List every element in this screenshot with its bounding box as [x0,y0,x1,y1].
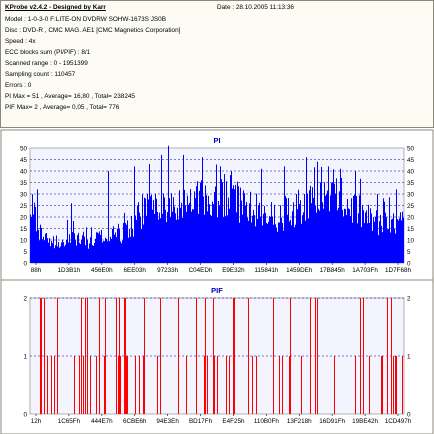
pif-chart: PIF0 01 12 212h 1C65Fh 444E7h 6CBE6h 94E3Eh BD17… [0,279,434,434]
pif-ytick-right: 2 [407,295,411,302]
pi-xtick-label: 1A703Fh [352,267,378,274]
pi-ytick-left: 50 [20,145,28,152]
kprobe-window: KProbe v2.4.2 - Designed by Karr Date : … [0,0,434,434]
pi-ytick-right: 50 [407,145,415,152]
sampling-line: Sampling count : 110457 [5,71,76,78]
pi-ytick-right: 10 [407,237,415,244]
speed-line: Speed : 4x [5,38,36,45]
pi-ytick-right: 20 [407,214,415,221]
pi-ytick-right: 35 [407,180,415,187]
pi-ytick-left: 35 [20,180,28,187]
pi-xtick-label: E9E32h [222,267,245,274]
pi-xtick-label: 6EE03h [124,267,147,274]
pif-title: PIF [211,286,223,295]
pi-xtick-label: 97233h [157,267,179,274]
pif-xtick-label: 444E7h [91,418,113,425]
pi-ytick-left: 5 [23,249,27,256]
pi-ytick-left: 25 [20,203,28,210]
pif-xtick-label: 1C65Fh [58,418,81,425]
pif-ytick-left: 0 [23,411,27,418]
pif-xtick-label: 16D91Fh [319,418,345,425]
pi-ytick-left: 30 [20,191,28,198]
pi-ytick-left: 15 [20,226,28,233]
pi-xtick-label: 115841h [254,267,279,274]
scan-date: Date : 28.10.2005 11:13:36 [217,4,294,11]
pif-ytick-left: 2 [23,295,27,302]
pi-ytick-right: 25 [407,203,415,210]
pi-ytick-right: 5 [407,249,411,256]
pi-ytick-left: 45 [20,157,28,164]
pi-ytick-right: 45 [407,157,415,164]
model-line: Model : 1-0-3-0 F:LITE-ON DVDRW SOHW-167… [5,16,166,23]
pif-ytick-right: 1 [407,353,411,360]
pif-xtick-label: 94E3Eh [156,418,179,425]
pi-ytick-right: 15 [407,226,415,233]
pi-xtick-label: 1D7F68h [385,267,411,274]
pif-xtick-label: 12h [31,418,42,425]
info-panel: KProbe v2.4.2 - Designed by Karr Date : … [0,0,434,128]
pi-ytick-left: 40 [20,168,28,175]
pif-xtick-label: 13F218h [287,418,312,425]
pi-title: PI [213,136,220,145]
pif-xtick-label: 1CD497h [385,418,412,425]
disc-line: Disc : DVD-R , CMC MAG. AE1 [CMC Magneti… [5,27,181,34]
pi-xtick-label: 88h [31,267,42,274]
pif-summary-line: PIF Max= 2 , Average= 0,05 , Total= 776 [5,104,120,111]
pi-xtick-label: 1459DEh [286,267,313,274]
pi-xtick-label: C04EDh [189,267,213,274]
ecc-line: ECC blocks sum (PI/PIF) : 8/1 [5,49,91,56]
pi-xtick-label: 456E0h [91,267,113,274]
pi-ytick-right: 40 [407,168,415,175]
pi-summary-line: PI Max = 51 , Average= 16,80 , Total= 23… [5,93,135,100]
pi-ytick-left: 10 [20,237,28,244]
pi-ytick-left: 0 [23,260,27,267]
pif-xtick-label: 110B0Fh [254,418,280,425]
range-line: Scanned range : 0 - 1951399 [5,60,88,67]
pi-xtick-label: 17B845h [320,267,346,274]
charts-area: PI 0 0 5 5 10 10 15 15 20 20 25 25 30 30 35 35 40 40 45 45 50… [0,129,434,434]
pi-ytick-right: 30 [407,191,415,198]
errors-line: Errors : 0 [5,82,32,89]
pif-ytick-left: 1 [23,353,27,360]
app-title: KProbe v2.4.2 - Designed by Karr [5,4,106,11]
pi-chart: PI0 05 510 1015 1520 2025 2530 3035 3540 4045 4550… [0,129,434,284]
pif-xtick-label: E4F25h [222,418,245,425]
pif-xtick-label: 6CBE6h [123,418,147,425]
pif-xtick-label: 19BE42h [352,418,378,425]
pi-ytick-left: 20 [20,214,28,221]
pi-xtick-label: 1D3B1h [58,267,81,274]
pif-xtick-label: BD17Fh [189,418,213,425]
